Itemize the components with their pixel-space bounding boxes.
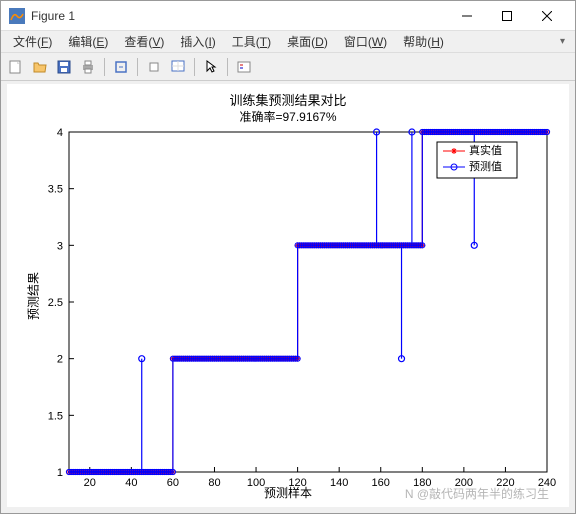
menu-tools[interactable]: 工具(T): [224, 33, 279, 50]
svg-text:预测值: 预测值: [469, 160, 502, 173]
close-button[interactable]: [527, 2, 567, 30]
toolbar-separator: [104, 58, 105, 76]
figure-canvas: 训练集预测结果对比 准确率=97.9167% 预测结果 204060801001…: [1, 81, 575, 513]
plot-area[interactable]: 训练集预测结果对比 准确率=97.9167% 预测结果 204060801001…: [7, 84, 569, 507]
link-button[interactable]: [110, 56, 132, 78]
insert-legend-button[interactable]: [233, 56, 255, 78]
menu-window[interactable]: 窗口(W): [336, 33, 395, 50]
toolbar-separator: [194, 58, 195, 76]
toolbar-separator: [137, 58, 138, 76]
open-button[interactable]: [29, 56, 51, 78]
menu-help[interactable]: 帮助(H): [395, 33, 452, 50]
window-title: Figure 1: [31, 9, 447, 23]
menu-bar: 文件(F) 编辑(E) 查看(V) 插入(I) 工具(T) 桌面(D) 窗口(W…: [1, 31, 575, 53]
maximize-button[interactable]: [487, 2, 527, 30]
print-button[interactable]: [77, 56, 99, 78]
svg-text:2: 2: [57, 354, 63, 366]
toolbar: [1, 53, 575, 81]
svg-text:3: 3: [57, 240, 63, 252]
app-icon: [9, 8, 25, 24]
menu-edit[interactable]: 编辑(E): [60, 33, 116, 50]
svg-text:4: 4: [57, 127, 63, 139]
rotate-button[interactable]: [143, 56, 165, 78]
menu-desktop[interactable]: 桌面(D): [279, 33, 336, 50]
menu-file[interactable]: 文件(F): [5, 33, 60, 50]
toolbar-separator: [227, 58, 228, 76]
svg-text:1.5: 1.5: [48, 410, 63, 422]
new-figure-button[interactable]: [5, 56, 27, 78]
svg-text:真实值: 真实值: [469, 143, 502, 157]
minimize-button[interactable]: [447, 2, 487, 30]
cursor-button[interactable]: [200, 56, 222, 78]
x-axis-label: 预测样本: [7, 484, 569, 501]
datacursor-button[interactable]: [167, 56, 189, 78]
save-button[interactable]: [53, 56, 75, 78]
chart-svg: 2040608010012014016018020022024011.522.5…: [7, 84, 569, 507]
title-bar: Figure 1: [1, 1, 575, 31]
menu-insert[interactable]: 插入(I): [172, 33, 223, 50]
svg-text:3.5: 3.5: [48, 184, 63, 196]
menu-view[interactable]: 查看(V): [116, 33, 172, 50]
svg-text:1: 1: [57, 467, 63, 479]
menu-dropdown-icon[interactable]: ▾: [560, 36, 565, 47]
svg-text:2.5: 2.5: [48, 297, 63, 309]
